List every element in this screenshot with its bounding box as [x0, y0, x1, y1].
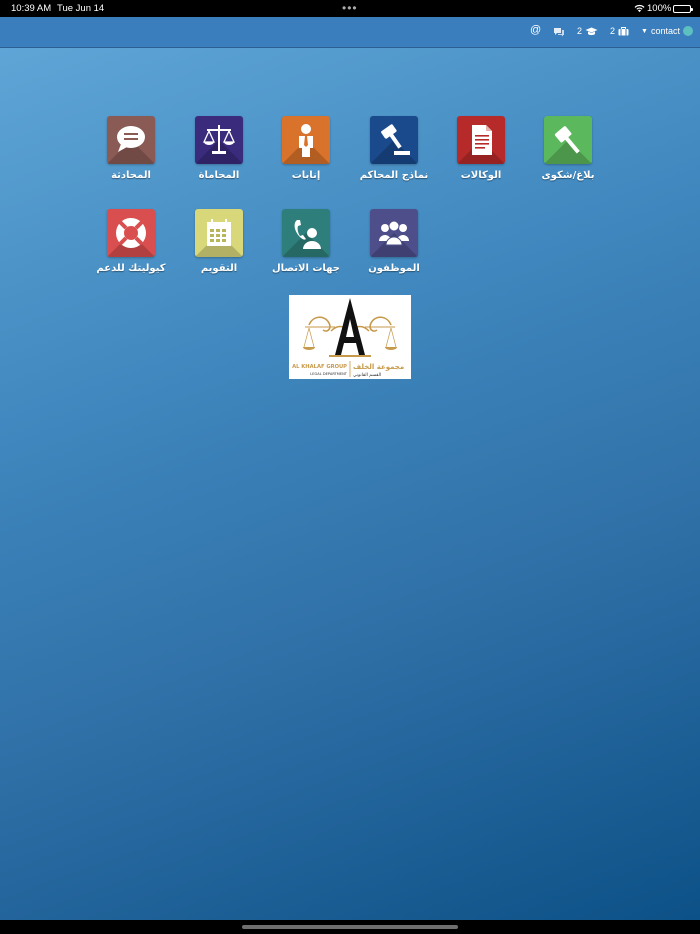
user-name: contact — [650, 26, 680, 36]
courses-count: 2 — [577, 26, 583, 36]
app-label: كيوليتك للدعم — [96, 263, 166, 274]
multitasking-dots-icon[interactable]: ••• — [342, 1, 358, 15]
messages-icon[interactable] — [553, 27, 565, 37]
app-label: إنابات — [291, 170, 321, 181]
calendar-icon — [195, 209, 243, 257]
app-support[interactable]: كيوليتك للدعم — [87, 209, 175, 274]
activities-count: 2 — [610, 26, 616, 36]
app-label: نماذج المحاكم — [359, 170, 429, 181]
speech-bubble-icon — [107, 116, 155, 164]
gavel-icon — [544, 116, 592, 164]
app-law[interactable]: المحاماة — [175, 116, 263, 181]
app-label: الوكالات — [460, 170, 502, 181]
activities-button[interactable]: 2 — [610, 26, 629, 36]
app-label: بلاغ/شكوى — [541, 170, 595, 181]
scales-icon — [195, 116, 243, 164]
app-label: الموظفون — [368, 263, 420, 274]
logo-arabic-name: مجموعة الخلف — [353, 363, 404, 371]
graduation-cap-icon — [585, 27, 598, 35]
app-label: المحاماة — [198, 170, 240, 181]
app-label: التقويم — [200, 263, 238, 274]
briefcase-icon — [618, 26, 629, 35]
app-label: المحادثة — [111, 170, 151, 181]
app-label: جهات الاتصال — [271, 263, 340, 274]
user-menu[interactable]: ▼ contact — [641, 26, 693, 36]
app-launcher: بلاغ/شكوى الوكالات نماذج المحاكم إنابات … — [0, 48, 700, 920]
status-time: 10:39 AM — [11, 3, 52, 14]
battery-icon — [673, 5, 693, 13]
logo-english-sub: LEGAL DEPARTMENT — [310, 372, 348, 376]
app-chat[interactable]: المحادثة — [87, 116, 175, 181]
battery-percent: 100% — [647, 3, 672, 14]
gavel-book-icon — [370, 116, 418, 164]
app-complaint[interactable]: بلاغ/شكوى — [524, 116, 612, 181]
document-icon — [457, 116, 505, 164]
lifebuoy-icon — [107, 209, 155, 257]
app-agencies[interactable]: الوكالات — [437, 116, 525, 181]
app-court-forms[interactable]: نماذج المحاكم — [350, 116, 438, 181]
mentions-icon[interactable]: @ — [530, 24, 541, 36]
logo-arabic-sub: القسم القانوني — [353, 373, 381, 378]
courses-button[interactable]: 2 — [577, 26, 598, 36]
company-logo: AL KHALAF GROUP LEGAL DEPARTMENT مجموعة … — [289, 295, 411, 379]
home-indicator[interactable] — [242, 925, 458, 929]
users-icon — [370, 209, 418, 257]
app-employees[interactable]: الموظفون — [350, 209, 438, 274]
contact-phone-icon — [282, 209, 330, 257]
status-bar: 10:39 AM Tue Jun 14 ••• 100% — [0, 0, 700, 17]
status-date: Tue Jun 14 — [57, 3, 105, 14]
logo-english-name: AL KHALAF GROUP — [292, 364, 347, 370]
app-calendar[interactable]: التقويم — [175, 209, 263, 274]
wifi-icon — [634, 4, 645, 13]
app-delegations[interactable]: إنابات — [262, 116, 350, 181]
avatar — [682, 26, 693, 36]
top-navbar: @ 2 2 ▼ contact — [0, 17, 700, 48]
person-tie-icon — [282, 116, 330, 164]
app-contacts[interactable]: جهات الاتصال — [262, 209, 350, 274]
caret-down-icon: ▼ — [641, 27, 648, 35]
